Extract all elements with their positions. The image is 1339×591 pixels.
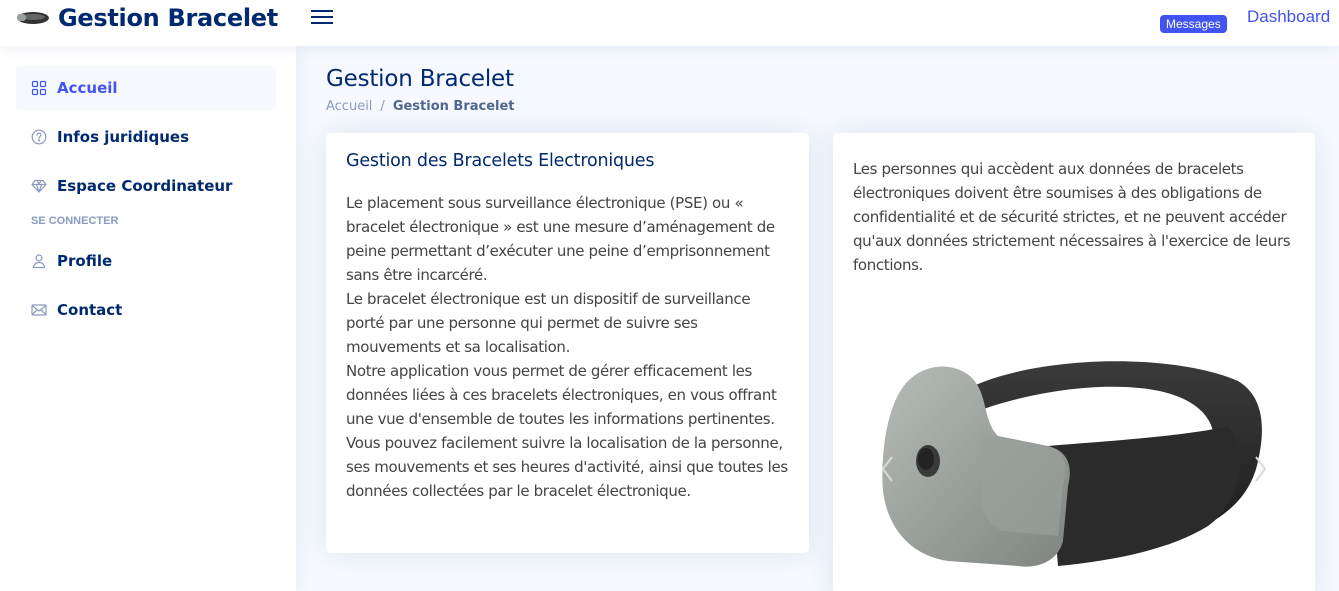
- sidebar-item-accueil[interactable]: Accueil: [16, 66, 276, 110]
- sidebar: Accueil Infos juridiques Espace Coordina…: [0, 46, 296, 591]
- info-card: Gestion des Bracelets Electroniques Le p…: [326, 133, 809, 553]
- page-title: Gestion Bracelet: [326, 66, 514, 92]
- sidebar-item-label: Accueil: [57, 79, 118, 97]
- paragraph-application: Notre application vous permet de gérer e…: [346, 362, 788, 500]
- bracelet-image: [882, 361, 1262, 567]
- breadcrumb-separator: /: [380, 99, 385, 114]
- question-circle-icon: [31, 129, 47, 145]
- envelope-icon: [31, 302, 47, 318]
- paragraph-pse: Le placement sous surveillance électroni…: [346, 194, 775, 284]
- card-body: Le placement sous surveillance électroni…: [346, 191, 789, 503]
- confidentiality-card: Les personnes qui accèdent aux données d…: [833, 133, 1315, 591]
- sidebar-item-label: Profile: [57, 252, 113, 270]
- sidebar-item-profile[interactable]: Profile: [16, 239, 276, 283]
- messages-badge[interactable]: Messages: [1160, 15, 1227, 33]
- bracelet-logo-icon: [17, 12, 49, 24]
- breadcrumb-current: Gestion Bracelet: [392, 99, 515, 114]
- sidebar-item-label: Espace Coordinateur: [57, 177, 233, 195]
- carousel-prev-button[interactable]: [875, 449, 899, 489]
- confidentiality-text: Les personnes qui accèdent aux données d…: [853, 160, 1291, 274]
- grid-icon: [31, 80, 47, 96]
- sidebar-item-label: Contact: [57, 301, 123, 319]
- breadcrumb-home-link[interactable]: Accueil: [326, 99, 372, 114]
- sidebar-item-contact[interactable]: Contact: [16, 288, 276, 332]
- dashboard-link[interactable]: Dashboard: [1247, 7, 1330, 27]
- header: Gestion Bracelet Messages Dashboard: [0, 0, 1339, 46]
- carousel-next-button[interactable]: [1249, 449, 1273, 489]
- paragraph-device: Le bracelet électronique est un disposit…: [346, 290, 751, 356]
- gem-icon: [31, 178, 47, 194]
- image-carousel: [833, 351, 1315, 591]
- chevron-right-icon: [1255, 456, 1267, 482]
- sidebar-item-espace-coordinateur[interactable]: Espace Coordinateur: [16, 164, 276, 208]
- menu-toggle-icon[interactable]: [310, 6, 334, 28]
- logo[interactable]: Gestion Bracelet: [16, 0, 278, 36]
- logo-text: Gestion Bracelet: [58, 4, 278, 32]
- sidebar-item-label: Infos juridiques: [57, 128, 189, 146]
- sidebar-item-infos-juridiques[interactable]: Infos juridiques: [16, 115, 276, 159]
- chevron-left-icon: [881, 456, 893, 482]
- page-title-section: Gestion Bracelet Accueil / Gestion Brace…: [326, 66, 515, 114]
- sidebar-section-heading: SE CONNECTER: [31, 215, 119, 227]
- breadcrumb: Accueil / Gestion Bracelet: [326, 99, 515, 114]
- card-title: Gestion des Bracelets Electroniques: [346, 151, 655, 171]
- card-body: Les personnes qui accèdent aux données d…: [853, 157, 1295, 277]
- person-icon: [31, 253, 47, 269]
